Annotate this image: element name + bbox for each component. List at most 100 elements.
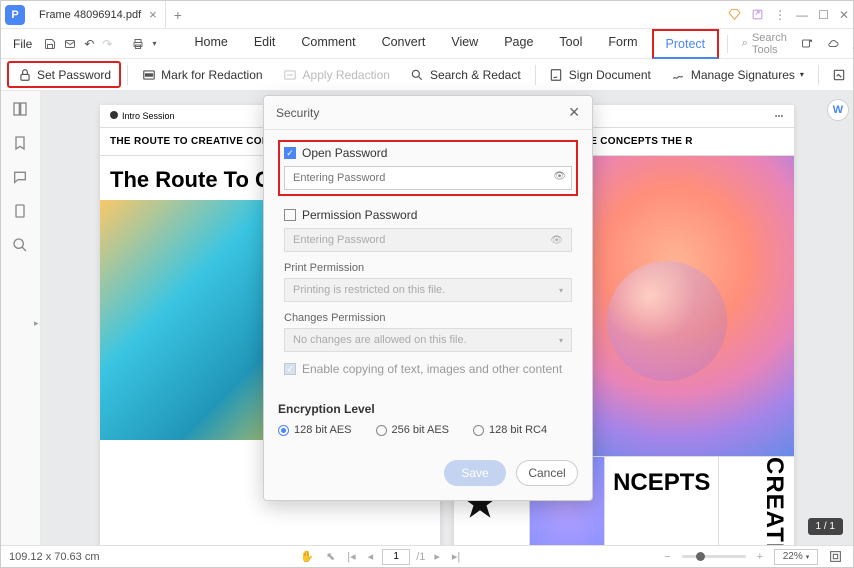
tab-edit[interactable]: Edit: [242, 29, 288, 58]
tab-tool[interactable]: Tool: [547, 29, 594, 58]
electronic-button[interactable]: Electro: [824, 63, 847, 86]
bookmark-icon[interactable]: [12, 135, 30, 153]
statusbar: 109.12 x 70.63 cm ✋ ⬉ |◂ ◂ /1 ▸ ▸| − + 2…: [1, 545, 853, 567]
close-tab-icon[interactable]: ×: [149, 7, 157, 22]
undo-icon[interactable]: ↶: [82, 36, 96, 52]
print-icon[interactable]: [130, 36, 146, 52]
zoom-in-icon[interactable]: +: [754, 551, 766, 563]
new-tab-button[interactable]: +: [166, 7, 190, 23]
encryption-level-title: Encryption Level: [278, 402, 578, 416]
thumbnails-icon[interactable]: [12, 101, 30, 119]
intro-session-label: Intro Session: [122, 111, 175, 121]
manage-signatures-label: Manage Signatures: [691, 68, 795, 82]
chevron-down-icon: ▾: [800, 70, 804, 79]
print-permission-select: Printing is restricted on this file. ▾: [284, 278, 572, 302]
share-arrow-icon[interactable]: [799, 36, 815, 52]
print-dropdown-icon[interactable]: ▾: [150, 36, 158, 52]
zoom-out-icon[interactable]: −: [661, 551, 673, 563]
set-password-label: Set Password: [37, 68, 111, 82]
app-logo: P: [5, 5, 25, 25]
set-password-button[interactable]: Set Password: [7, 61, 121, 88]
eye-icon: 👁: [550, 235, 563, 246]
right-panel-toggle[interactable]: W: [827, 99, 849, 121]
mark-redaction-label: Mark for Redaction: [161, 68, 262, 82]
print-permission-label: Print Permission: [284, 262, 572, 274]
enable-copy-label: Enable copying of text, images and other…: [302, 362, 562, 376]
search-tools[interactable]: ⌕ Search Tools: [742, 32, 789, 56]
minimize-button[interactable]: —: [796, 8, 808, 22]
attachment-icon[interactable]: [12, 203, 30, 221]
chevron-down-icon: ▾: [806, 553, 810, 561]
cancel-button[interactable]: Cancel: [516, 460, 578, 486]
manage-signatures-button[interactable]: Manage Signatures ▾: [663, 63, 812, 86]
changes-permission-select: No changes are allowed on this file. ▾: [284, 328, 572, 352]
encryption-radio-group: 128 bit AES 256 bit AES 128 bit RC4: [278, 424, 578, 436]
open-password-checkbox[interactable]: ✓: [284, 147, 296, 159]
tab-form[interactable]: Form: [596, 29, 649, 58]
main-tabs: Home Edit Comment Convert View Page Tool…: [182, 29, 719, 58]
tab-view[interactable]: View: [439, 29, 490, 58]
page-dimensions: 109.12 x 70.63 cm: [9, 551, 100, 563]
open-password-label: Open Password: [302, 146, 387, 160]
separator: [727, 35, 728, 53]
save-icon[interactable]: [42, 36, 58, 52]
hand-tool-icon[interactable]: ✋: [297, 550, 317, 563]
mail-icon[interactable]: [62, 36, 78, 52]
zoom-slider[interactable]: [682, 555, 746, 558]
comment-icon[interactable]: [12, 169, 30, 187]
tab-convert[interactable]: Convert: [370, 29, 438, 58]
radio-256-aes[interactable]: 256 bit AES: [376, 424, 450, 436]
radio-128-rc4[interactable]: 128 bit RC4: [473, 424, 547, 436]
redo-icon[interactable]: ↷: [100, 36, 114, 52]
apply-redaction-button[interactable]: Apply Redaction: [275, 63, 398, 86]
document-tab-name: Frame 48096914.pdf: [39, 9, 141, 21]
permission-password-label: Permission Password: [302, 208, 417, 222]
file-menu[interactable]: File: [7, 37, 38, 51]
search-panel-icon[interactable]: [12, 237, 30, 255]
tab-protect[interactable]: Protect: [652, 29, 720, 59]
first-page-icon[interactable]: |◂: [344, 550, 358, 563]
gem-icon[interactable]: [728, 8, 741, 21]
search-redact-icon: [410, 67, 425, 82]
lock-icon: [17, 67, 32, 82]
close-window-button[interactable]: ✕: [839, 8, 849, 22]
eye-icon[interactable]: 👁: [553, 171, 566, 182]
document-tab[interactable]: Frame 48096914.pdf ×: [31, 1, 166, 28]
tab-home[interactable]: Home: [182, 29, 239, 58]
sign-document-label: Sign Document: [569, 68, 651, 82]
esign-icon: [832, 67, 846, 82]
radio-128-aes[interactable]: 128 bit AES: [278, 424, 352, 436]
prev-page-icon[interactable]: ◂: [365, 550, 377, 563]
tab-page[interactable]: Page: [492, 29, 545, 58]
open-password-input[interactable]: [284, 166, 572, 190]
protect-toolbar: Set Password Mark for Redaction Apply Re…: [1, 59, 853, 91]
save-button[interactable]: Save: [444, 460, 506, 486]
sign-document-button[interactable]: Sign Document: [541, 63, 659, 86]
apply-redaction-label: Apply Redaction: [303, 68, 390, 82]
maximize-button[interactable]: ☐: [818, 8, 829, 22]
fit-page-icon[interactable]: [826, 550, 845, 563]
permission-password-input: Entering Password 👁: [284, 228, 572, 252]
menubar: File ↶ ↷ ▾ Home Edit Comment Convert Vie…: [1, 29, 853, 59]
zoom-select[interactable]: 22% ▾: [774, 549, 818, 565]
share-icon[interactable]: [751, 8, 764, 21]
permission-password-checkbox[interactable]: [284, 209, 296, 221]
left-sidebar: ▸: [1, 91, 41, 545]
signatures-icon: [671, 67, 686, 82]
search-redact-label: Search & Redact: [430, 68, 521, 82]
search-redact-button[interactable]: Search & Redact: [402, 63, 529, 86]
more-icon[interactable]: ⋮: [774, 8, 786, 22]
apply-redaction-icon: [283, 67, 298, 82]
select-tool-icon[interactable]: ⬉: [323, 550, 338, 563]
dialog-close-button[interactable]: ✕: [568, 104, 580, 121]
tab-comment[interactable]: Comment: [289, 29, 367, 58]
next-page-icon[interactable]: ▸: [431, 550, 443, 563]
page-total: /1: [416, 551, 425, 563]
search-icon: ⌕: [742, 37, 748, 50]
last-page-icon[interactable]: ▸|: [449, 550, 463, 563]
page-number-input[interactable]: [382, 549, 410, 565]
mark-redaction-button[interactable]: Mark for Redaction: [133, 63, 270, 86]
cloud-icon[interactable]: [825, 36, 841, 52]
chevron-down-icon: ▾: [559, 336, 563, 345]
chevron-down-icon: ▾: [559, 286, 563, 295]
